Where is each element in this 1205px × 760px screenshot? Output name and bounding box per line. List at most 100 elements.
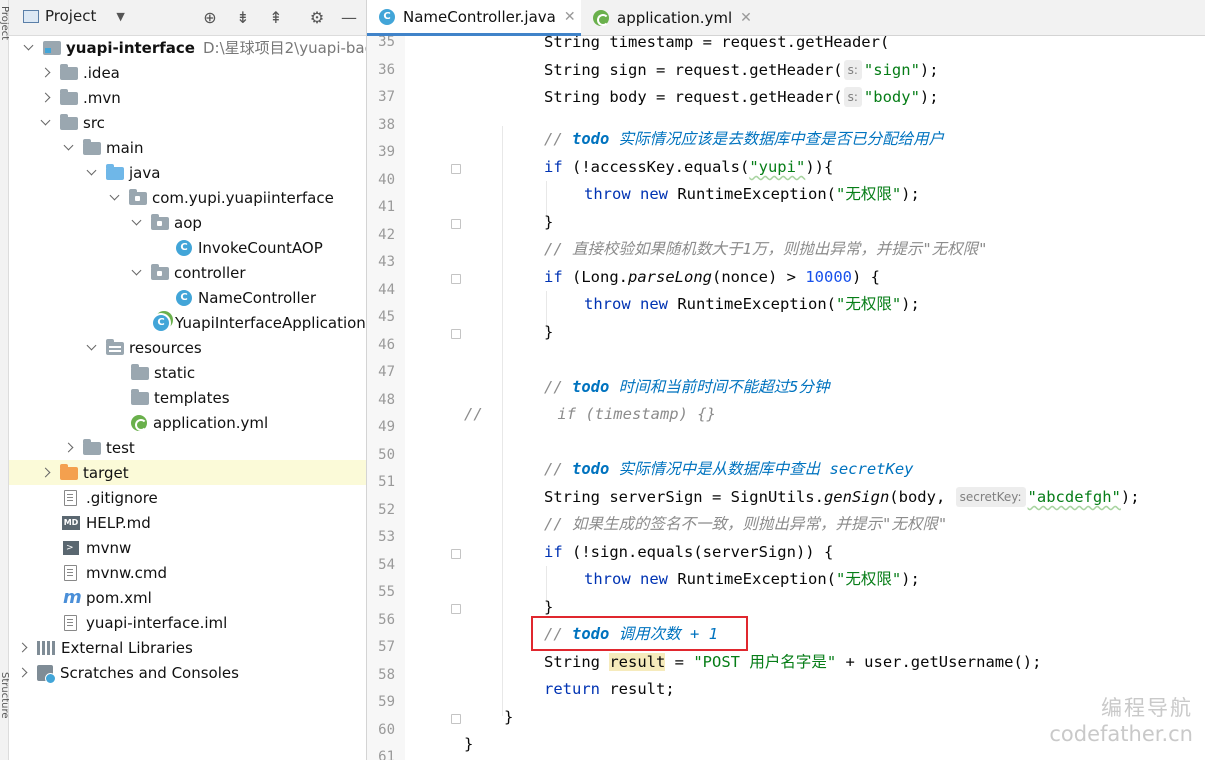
chevron-right-icon[interactable] (63, 442, 75, 454)
tool-window-strip: Project Structure (0, 0, 10, 760)
tree-item-label: com.yupi.yuapiinterface (152, 188, 334, 207)
tree-item-test[interactable]: test (9, 435, 366, 460)
fold-marker[interactable] (451, 604, 461, 614)
tree-item-iml[interactable]: yuapi-interface.iml (9, 610, 366, 635)
tree-item-application-class[interactable]: C YuapiInterfaceApplication (9, 310, 366, 335)
shell-script-icon: > (63, 540, 79, 555)
tree-item-label: mvnw.cmd (86, 563, 168, 582)
tree-item-src[interactable]: src (9, 110, 366, 135)
chevron-down-icon[interactable] (131, 217, 143, 229)
tree-item-resources[interactable]: resources (9, 335, 366, 360)
tab-namecontroller-java[interactable]: C NameController.java ✕ (367, 0, 581, 36)
tree-item-external-libraries[interactable]: External Libraries (9, 635, 366, 660)
code-line-36: String sign = request.getHeader(s: "sign"… (544, 57, 939, 84)
chevron-down-icon[interactable] (86, 167, 98, 179)
chevron-right-icon[interactable] (17, 642, 29, 654)
tab-application-yml[interactable]: application.yml ✕ (581, 0, 752, 36)
line-number: 48 (378, 391, 395, 408)
fold-marker[interactable] (451, 219, 461, 229)
tree-item-pom-xml[interactable]: m pom.xml (9, 585, 366, 610)
chevron-right-icon[interactable] (40, 467, 52, 479)
line-number: 47 (378, 364, 395, 380)
tree-item-gitignore[interactable]: .gitignore (9, 485, 366, 510)
fold-marker[interactable] (451, 329, 461, 339)
tree-item-main[interactable]: main (9, 135, 366, 160)
comment: // 直接校验如果随机数大于1万，则抛出异常，并提示"无权限" (544, 240, 988, 258)
tree-item-aop[interactable]: aop (9, 210, 366, 235)
close-icon[interactable]: ✕ (740, 10, 752, 26)
line-number: 42 (378, 226, 395, 243)
code-text: + user.getUsername(); (836, 653, 1042, 671)
package-icon (151, 264, 169, 280)
tree-item-controller[interactable]: controller (9, 260, 366, 285)
code-line-52: String serverSign = SignUtils.genSign(bo… (544, 484, 1140, 511)
tree-item-label: .gitignore (86, 488, 158, 507)
chevron-down-icon[interactable] (131, 267, 143, 279)
parameter-hint: s: (843, 60, 862, 80)
folder-icon (83, 139, 101, 155)
chevron-right-icon[interactable] (40, 92, 52, 104)
code-text: String timestamp = request.getHeader( (544, 36, 890, 51)
expand-all-icon[interactable]: ⇟ (233, 8, 253, 28)
minimize-icon[interactable]: — (339, 8, 359, 28)
code-text: } (464, 735, 474, 753)
string-literal: "sign" (863, 61, 920, 79)
tree-item-idea[interactable]: .idea (9, 60, 366, 85)
tree-item-package[interactable]: com.yupi.yuapiinterface (9, 185, 366, 210)
tree-item-label: test (106, 438, 135, 457)
locate-file-icon[interactable]: ⊕ (200, 8, 220, 28)
line-number: 49 (378, 419, 395, 435)
tree-item-yuapi-interface[interactable]: yuapi-interface D:\星球项目2\yuapi-backe (9, 35, 366, 60)
close-icon[interactable]: ✕ (564, 9, 576, 25)
static-method: genSign (823, 488, 890, 506)
code-editor[interactable]: 35 36 37 38 39 40 41 42 43 44 45 46 47 48 49 50 51 52 53 54… (367, 36, 1205, 760)
line-number: 50 (378, 446, 395, 463)
string-literal: "无权限" (836, 295, 902, 313)
line-number: 41 (378, 199, 395, 215)
todo-keyword: todo (572, 460, 610, 478)
collapse-all-icon[interactable]: ⇞ (266, 8, 286, 28)
line-number: 57 (378, 639, 395, 655)
source-folder-icon (106, 164, 124, 180)
tree-item-label: main (106, 138, 144, 157)
fold-marker[interactable] (451, 274, 461, 284)
line-number: 43 (378, 254, 395, 270)
tree-item-invokecountaop[interactable]: C InvokeCountAOP (9, 235, 366, 260)
spring-config-icon (131, 414, 147, 431)
tree-item-namecontroller[interactable]: C NameController (9, 285, 366, 310)
project-view-selector[interactable]: Project ▼ (23, 7, 125, 25)
chevron-down-icon[interactable] (109, 192, 121, 204)
chevron-right-icon[interactable] (17, 667, 29, 679)
tree-item-mvnw-cmd[interactable]: mvnw.cmd (9, 560, 366, 585)
line-number: 61 (378, 749, 395, 760)
tree-item-static[interactable]: static (9, 360, 366, 385)
fold-marker[interactable] (451, 164, 461, 174)
tree-item-mvnw[interactable]: > mvnw (9, 535, 366, 560)
code-text: ); (919, 88, 939, 106)
code-text: ); (901, 570, 920, 588)
tree-item-label: Scratches and Consoles (60, 663, 239, 682)
fold-marker[interactable] (451, 549, 461, 559)
comment: // (544, 378, 572, 396)
tree-item-scratches[interactable]: Scratches and Consoles (9, 660, 366, 685)
gear-icon[interactable]: ⚙ (307, 8, 327, 28)
chevron-down-icon[interactable] (86, 342, 98, 354)
code-text: result; (600, 680, 675, 698)
tree-item-label: templates (154, 388, 230, 407)
chevron-down-icon[interactable] (63, 142, 75, 154)
tree-item-templates[interactable]: templates (9, 385, 366, 410)
tree-item-java[interactable]: java (9, 160, 366, 185)
chevron-down-icon[interactable] (40, 117, 52, 129)
tree-item-help-md[interactable]: MD HELP.md (9, 510, 366, 535)
code-line-54: if (!sign.equals(serverSign)) { (544, 539, 833, 566)
keyword: throw (584, 185, 631, 203)
chevron-down-icon[interactable] (23, 42, 35, 54)
line-number: 58 (378, 666, 395, 683)
tree-item-mvn[interactable]: .mvn (9, 85, 366, 110)
tab-label: application.yml (617, 9, 733, 27)
tree-item-application-yml[interactable]: application.yml (9, 410, 366, 435)
fold-marker[interactable] (451, 714, 461, 724)
chevron-right-icon[interactable] (40, 67, 52, 79)
tree-item-target[interactable]: target (9, 460, 366, 485)
keyword: if (544, 543, 563, 561)
